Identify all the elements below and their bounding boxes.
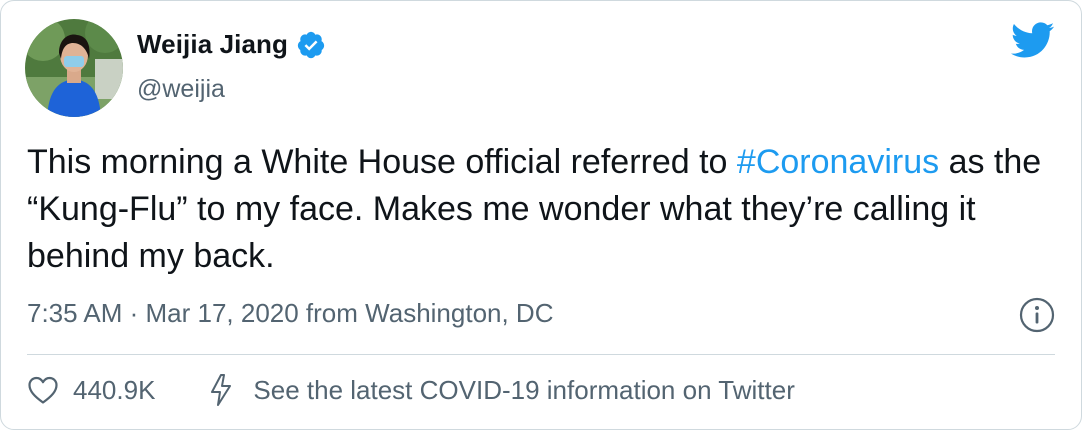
tweet-text-part1: This morning a White House official refe… [27, 143, 737, 181]
like-button[interactable]: 440.9K [27, 375, 155, 406]
avatar-image [25, 19, 123, 117]
hashtag-link[interactable]: #Coronavirus [737, 143, 939, 181]
covid-info-link[interactable]: See the latest COVID-19 information on T… [207, 373, 795, 407]
tweet-actions: 440.9K See the latest COVID-19 informati… [27, 373, 795, 407]
heart-icon[interactable] [27, 375, 59, 405]
author-handle[interactable]: @weijia [137, 75, 225, 104]
author-name[interactable]: Weijia Jiang [137, 29, 288, 60]
lightning-bolt-icon [207, 373, 235, 407]
avatar[interactable] [25, 19, 123, 117]
verified-badge-icon [296, 30, 326, 60]
tweet-timestamp-location[interactable]: 7:35 AM · Mar 17, 2020 from Washington, … [27, 298, 554, 329]
like-count: 440.9K [73, 374, 156, 405]
tweet-text: This morning a White House official refe… [27, 139, 1067, 280]
covid-info-label[interactable]: See the latest COVID-19 information on T… [253, 375, 794, 406]
divider [27, 354, 1055, 355]
twitter-bird-icon[interactable] [1009, 21, 1055, 59]
tweet-card: Weijia Jiang @weijia This morning a Whit… [0, 0, 1082, 430]
author-name-row: Weijia Jiang [137, 29, 326, 60]
info-icon[interactable] [1019, 297, 1055, 333]
